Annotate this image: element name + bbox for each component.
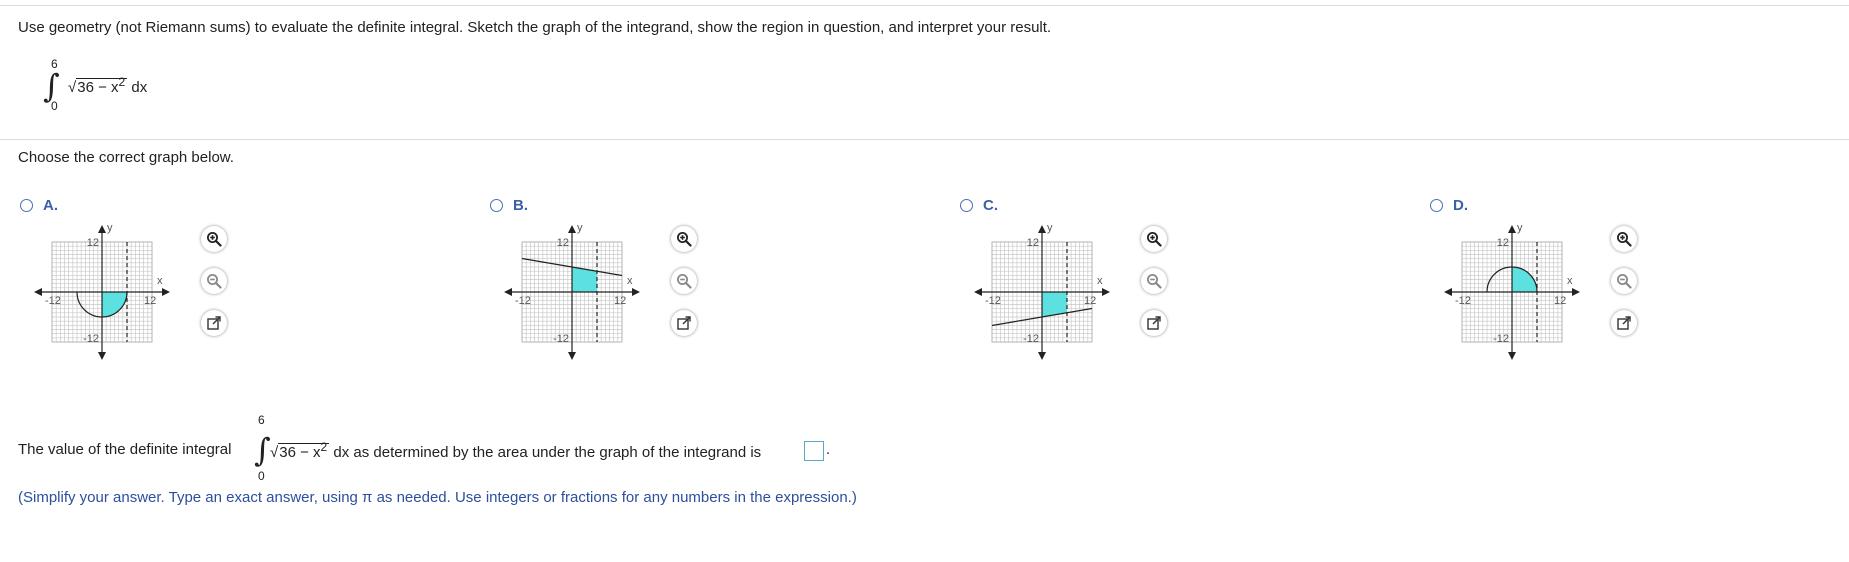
zoom-out-button[interactable]: [1141, 268, 1167, 294]
x-max-label: 12: [144, 295, 156, 307]
option-b[interactable]: B. y x 12 -12 -12 12: [488, 197, 718, 397]
answer-integral-expression: √36 − x2 dx as determined by the area un…: [270, 440, 762, 461]
zoom-in-icon: [677, 232, 692, 247]
popout-button[interactable]: [1141, 310, 1167, 336]
integral-lower-limit: 0: [51, 99, 58, 113]
option-c[interactable]: C. y x 12 -12 -12 12: [958, 197, 1188, 397]
popout-button[interactable]: [1611, 310, 1637, 336]
zoom-out-icon: [1617, 274, 1632, 289]
answer-prefix: The value of the definite integral: [18, 441, 232, 458]
popout-button[interactable]: [671, 310, 697, 336]
option-graph: y x 12 -12 -12 12: [972, 222, 1132, 367]
option-graph: y x 12 -12 -12 12: [32, 222, 192, 367]
integrand-exponent: 2: [118, 75, 126, 89]
graph-svg: yx12-12-12 12: [1444, 222, 1580, 360]
answer-period: .: [826, 441, 831, 458]
option-radio[interactable]: [490, 199, 503, 212]
y-axis-label: y: [1517, 222, 1523, 234]
graph-svg: yx12-12-12 12: [504, 222, 640, 360]
answer-sentence: The value of the definite integral 6 ∫ 0…: [18, 408, 1018, 488]
popout-icon: [677, 316, 691, 330]
answer-input[interactable]: [804, 441, 824, 461]
option-d[interactable]: D. y x 12 -12 -12 12: [1428, 197, 1658, 397]
answer-integrand-exponent: 2: [320, 440, 328, 454]
zoom-in-button[interactable]: [1141, 226, 1167, 252]
popout-button[interactable]: [201, 310, 227, 336]
x-max-label: 12: [614, 295, 626, 307]
y-axis-label: y: [107, 222, 113, 234]
option-graph: y x 12 -12 -12 12: [502, 222, 662, 367]
question-prompt: Use geometry (not Riemann sums) to evalu…: [18, 19, 1052, 36]
x-min-label: -12: [985, 295, 1001, 307]
x-min-label: -12: [45, 295, 61, 307]
graph-svg: yx12-12-12 12: [974, 222, 1110, 360]
radical-sign: √: [68, 79, 77, 96]
integral-sign: ∫: [43, 67, 60, 105]
zoom-in-icon: [1147, 232, 1162, 247]
option-radio[interactable]: [960, 199, 973, 212]
question-integral: 6 ∫ 0 √36 − x2 dx: [40, 50, 200, 120]
y-max-label: 12: [87, 237, 99, 249]
popout-icon: [1617, 316, 1631, 330]
popout-icon: [1147, 316, 1161, 330]
popout-icon: [207, 316, 221, 330]
top-divider: [0, 5, 1849, 6]
choose-prompt: Choose the correct graph below.: [18, 149, 234, 166]
x-axis-label: x: [1567, 275, 1573, 287]
x-axis-label: x: [1097, 275, 1103, 287]
option-letter[interactable]: A.: [43, 197, 58, 214]
zoom-in-icon: [207, 232, 222, 247]
zoom-in-button[interactable]: [201, 226, 227, 252]
integral-differential: dx: [131, 79, 148, 96]
answer-integral-upper-limit: 6: [258, 413, 265, 427]
x-axis-label: x: [157, 275, 163, 287]
answer-integrand: 36 − x: [279, 444, 321, 461]
y-min-label: -12: [1023, 333, 1039, 345]
zoom-out-button[interactable]: [671, 268, 697, 294]
integrand: 36 − x: [77, 79, 119, 96]
y-axis-label: y: [577, 222, 583, 234]
question-divider: [0, 139, 1849, 140]
zoom-out-icon: [677, 274, 692, 289]
option-a[interactable]: A. y x 12 -12 -12 12: [18, 197, 248, 397]
answer-integral-lower-limit: 0: [258, 469, 265, 483]
answer-integral-differential: dx: [333, 444, 350, 461]
y-max-label: 12: [557, 237, 569, 249]
answer-suffix: as determined by the area under the grap…: [353, 444, 762, 461]
option-radio[interactable]: [20, 199, 33, 212]
x-max-label: 12: [1554, 295, 1566, 307]
zoom-out-icon: [1147, 274, 1162, 289]
zoom-in-button[interactable]: [1611, 226, 1637, 252]
x-min-label: -12: [1455, 295, 1471, 307]
x-max-label: 12: [1084, 295, 1096, 307]
zoom-in-button[interactable]: [671, 226, 697, 252]
x-min-label: -12: [515, 295, 531, 307]
option-letter[interactable]: C.: [983, 197, 998, 214]
option-radio[interactable]: [1430, 199, 1443, 212]
graph-svg: yx12-12-12 12: [34, 222, 170, 360]
y-min-label: -12: [83, 333, 99, 345]
integral-expression: √36 − x2 dx: [68, 75, 147, 97]
zoom-out-button[interactable]: [201, 268, 227, 294]
option-graph: y x 12 -12 -12 12: [1442, 222, 1602, 367]
x-axis-label: x: [627, 275, 633, 287]
y-max-label: 12: [1497, 237, 1509, 249]
y-min-label: -12: [553, 333, 569, 345]
answer-instructions: (Simplify your answer. Type an exact ans…: [18, 489, 857, 506]
option-letter[interactable]: D.: [1453, 197, 1468, 214]
zoom-out-icon: [207, 274, 222, 289]
y-min-label: -12: [1493, 333, 1509, 345]
zoom-out-button[interactable]: [1611, 268, 1637, 294]
zoom-in-icon: [1617, 232, 1632, 247]
answer-integral-sign: ∫: [254, 431, 271, 469]
y-axis-label: y: [1047, 222, 1053, 234]
option-letter[interactable]: B.: [513, 197, 528, 214]
y-max-label: 12: [1027, 237, 1039, 249]
